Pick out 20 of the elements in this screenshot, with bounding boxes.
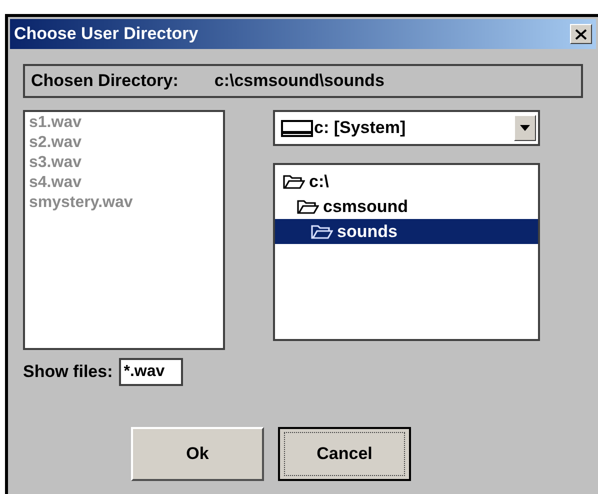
chosen-directory-label: Chosen Directory: bbox=[31, 70, 178, 92]
drive-icon bbox=[281, 118, 313, 138]
show-files-label: Show files: bbox=[23, 361, 113, 384]
drive-dropdown[interactable]: c: [System] bbox=[273, 110, 540, 146]
close-icon bbox=[575, 28, 587, 40]
window-title: Choose User Directory bbox=[14, 23, 198, 46]
chosen-directory-value: c:\csmsound\sounds bbox=[214, 70, 384, 92]
drive-value: c: [System] bbox=[314, 117, 407, 140]
folder-icon bbox=[311, 224, 333, 240]
close-button[interactable] bbox=[570, 24, 592, 44]
folder-icon bbox=[297, 198, 319, 214]
show-files-field[interactable]: *.wav bbox=[118, 358, 183, 386]
folder-item[interactable]: c:\ bbox=[275, 169, 538, 194]
dialog-button[interactable]: Ok bbox=[131, 427, 264, 481]
caret-icon bbox=[520, 125, 530, 131]
folder-item[interactable]: sounds bbox=[275, 219, 538, 244]
dropdown-arrow-button[interactable] bbox=[514, 115, 536, 141]
folder-item[interactable]: csmsound bbox=[275, 194, 538, 219]
dialog-button[interactable]: Cancel bbox=[278, 427, 411, 481]
folder-icon bbox=[283, 174, 305, 190]
